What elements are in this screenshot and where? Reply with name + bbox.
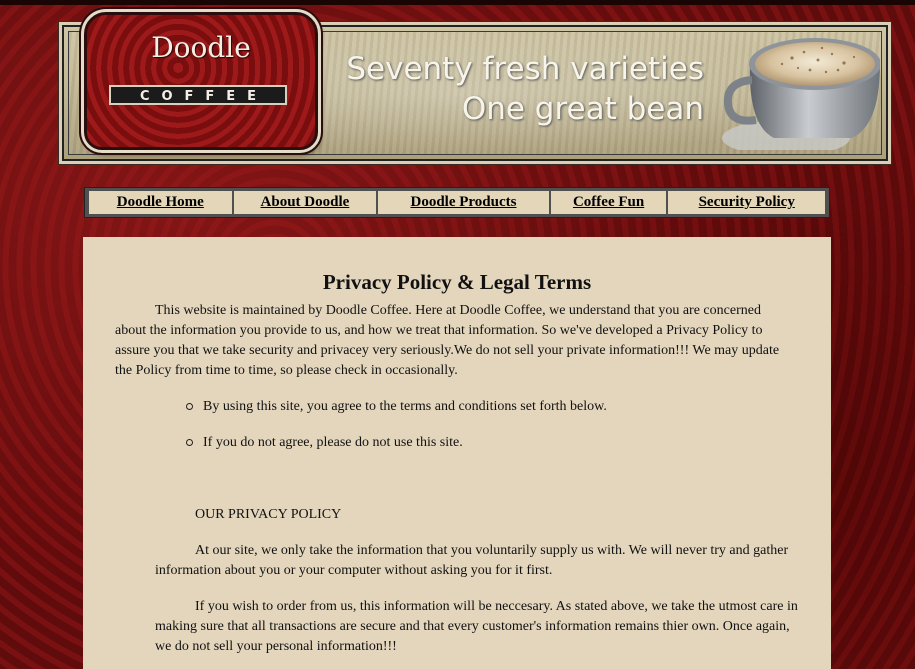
section-heading: OUR PRIVACY POLICY <box>195 507 342 522</box>
coffee-cup-icon <box>722 38 880 150</box>
main-nav: Doodle Home About Doodle Doodle Products… <box>84 187 830 218</box>
list-item-text: If you do not agree, please do not use t… <box>203 435 463 450</box>
intro-paragraph: This website is maintained by Doodle Cof… <box>115 303 780 378</box>
logo-sub-plate: COFFEE <box>109 85 287 105</box>
nav-security-policy[interactable]: Security Policy <box>668 191 825 214</box>
top-strip <box>0 0 915 5</box>
circle-bullet-icon <box>186 403 193 410</box>
list-item-text: By using this site, you agree to the ter… <box>203 399 607 414</box>
page-title: Privacy Policy & Legal Terms <box>322 270 592 295</box>
nav-doodle-products[interactable]: Doodle Products <box>378 191 551 214</box>
policy-paragraph: At our site, we only take the informatio… <box>155 543 789 578</box>
tagline-line-1: Seventy fresh varieties <box>346 51 704 87</box>
list-item: If you do not agree, please do not use t… <box>186 433 766 453</box>
policy-paragraph: If you wish to order from us, this infor… <box>155 599 798 654</box>
doodle-coffee-logo[interactable]: Doodle COFFEE <box>84 12 318 150</box>
circle-bullet-icon <box>186 439 193 446</box>
main-content: Privacy Policy & Legal Terms This websit… <box>83 237 831 669</box>
tagline-line-2: One great bean <box>461 91 704 127</box>
nav-doodle-home[interactable]: Doodle Home <box>89 191 234 214</box>
banner-tagline: Seventy fresh varieties One great bean <box>342 49 704 129</box>
nav-about-doodle[interactable]: About Doodle <box>233 191 379 214</box>
terms-list: By using this site, you agree to the ter… <box>186 397 766 453</box>
list-item: By using this site, you agree to the ter… <box>186 397 766 417</box>
coffee-cup-image <box>722 30 880 150</box>
nav-coffee-fun[interactable]: Coffee Fun <box>550 191 669 214</box>
logo-word: Doodle <box>151 31 251 64</box>
